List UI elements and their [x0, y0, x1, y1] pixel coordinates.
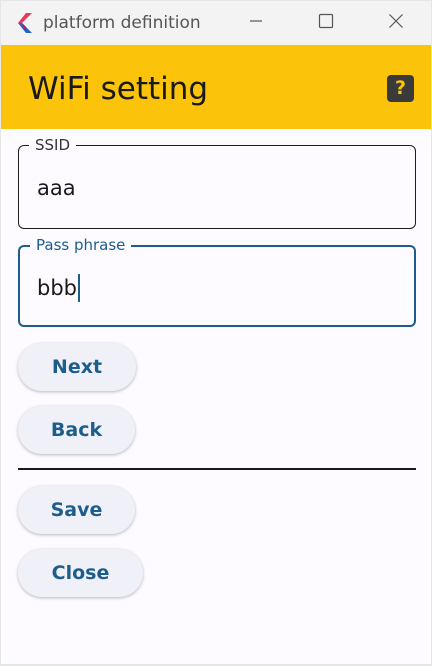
- window-titlebar[interactable]: platform definition: [1, 1, 431, 45]
- minimize-icon: [248, 13, 264, 33]
- divider: [18, 468, 416, 470]
- minimize-button[interactable]: [221, 1, 291, 45]
- page-title: WiFi setting: [28, 71, 209, 107]
- maximize-button[interactable]: [291, 1, 361, 45]
- window-title: platform definition: [43, 13, 201, 33]
- pass-phrase-value: bbb: [37, 276, 77, 300]
- app-bar: WiFi setting ?: [1, 45, 431, 129]
- pass-phrase-label: Pass phrase: [30, 236, 132, 254]
- text-cursor: [78, 274, 80, 302]
- close-icon: [388, 13, 404, 33]
- flutter-logo-icon: [16, 13, 34, 33]
- pass-phrase-input-text: bbb: [37, 274, 80, 302]
- back-button[interactable]: Back: [18, 406, 135, 454]
- ssid-field[interactable]: SSID aaa: [18, 136, 416, 229]
- maximize-icon: [318, 13, 334, 33]
- ssid-value: aaa: [37, 176, 76, 200]
- help-glyph: ?: [394, 77, 407, 99]
- pass-phrase-field[interactable]: Pass phrase bbb: [18, 236, 416, 327]
- close-button[interactable]: Close: [18, 549, 143, 597]
- save-button[interactable]: Save: [18, 486, 135, 534]
- ssid-label: SSID: [29, 136, 77, 154]
- window-close-button[interactable]: [361, 1, 431, 45]
- app-window: platform definition WiFi setting ? SSID …: [1, 1, 431, 664]
- next-button[interactable]: Next: [18, 343, 136, 391]
- help-question-icon[interactable]: ?: [387, 75, 414, 102]
